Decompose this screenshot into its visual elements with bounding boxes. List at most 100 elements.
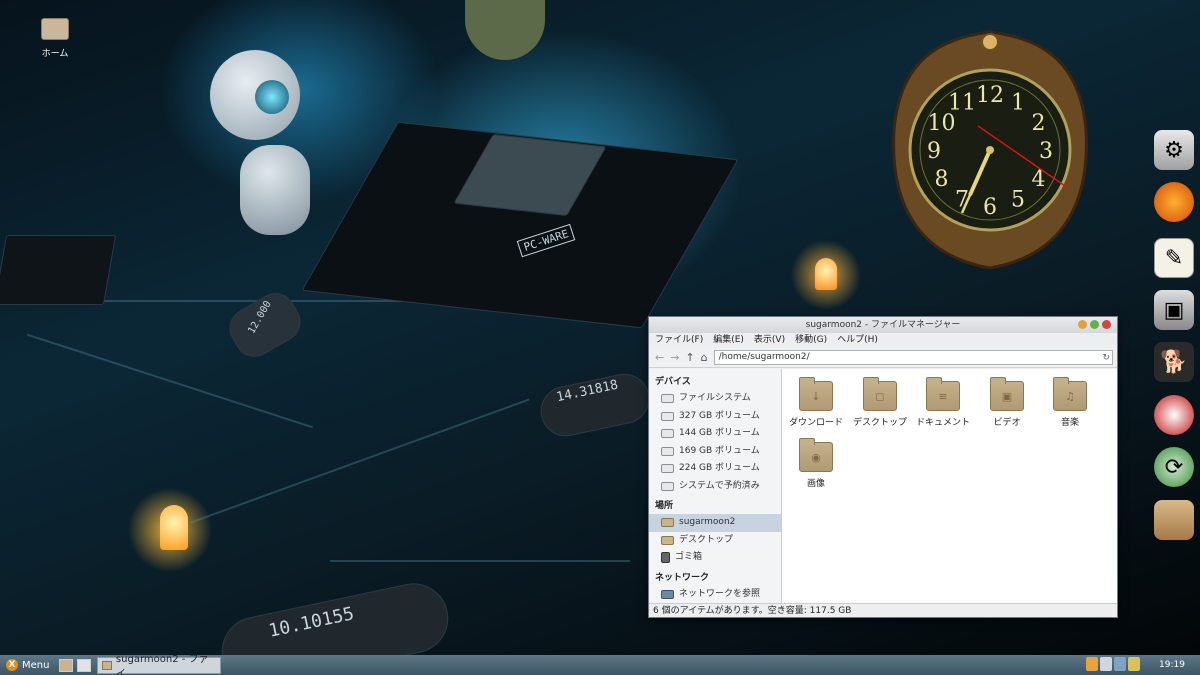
folder-item-pictures[interactable]: ◉ 画像 [784, 438, 848, 489]
volume-tray-icon[interactable] [1114, 657, 1126, 671]
sidebar-header-devices: デバイス [655, 377, 691, 387]
folder-icon [661, 535, 674, 545]
taskbar-clock[interactable]: 19:19 [1144, 655, 1200, 675]
led-light [160, 505, 188, 550]
sidebar-item-network[interactable]: ネットワークを参照 [649, 586, 781, 604]
clock-numeral: 12 [976, 83, 1004, 108]
back-arrow-icon[interactable]: ← [655, 351, 664, 364]
documents-folder-icon: ≡ [926, 377, 960, 411]
file-view[interactable]: ↓ ダウンロード ◻ デスクトップ ≡ ドキュメント ▣ ビデオ ♫ 音楽 ◉ … [782, 369, 1117, 603]
menu-button[interactable]: X Menu [0, 655, 55, 675]
text-editor-icon[interactable]: ✎ [1154, 238, 1194, 278]
menu-file[interactable]: ファイル(F) [655, 333, 703, 348]
gimp-icon[interactable]: 🐕 [1154, 342, 1194, 382]
folder-item-music[interactable]: ♫ 音楽 [1038, 377, 1102, 428]
desktop-folder-icon: ◻ [863, 377, 897, 411]
desktop: PC-WARE 14.31818 10.10155 12.000 ホーム 12 1… [0, 0, 1200, 675]
tray-app-icon[interactable] [1086, 657, 1098, 671]
up-arrow-icon[interactable]: ↑ [685, 351, 694, 364]
clock-numeral: 11 [948, 91, 976, 116]
screenshot-icon[interactable]: ▣ [1154, 290, 1194, 330]
home-icon-label: ホーム [41, 49, 69, 59]
menu-logo-icon: X [6, 659, 18, 671]
sidebar-item-reserved[interactable]: システムで予約済み [649, 478, 781, 496]
folder-label: ビデオ [993, 418, 1021, 428]
sidebar-item-volume[interactable]: 144 GB ボリューム [649, 425, 781, 443]
folder-label: ダウンロード [788, 418, 843, 428]
network-icon [661, 589, 674, 599]
sidebar-item-volume[interactable]: 327 GB ボリューム [649, 408, 781, 426]
menu-view[interactable]: 表示(V) [754, 333, 785, 348]
download-folder-icon: ↓ [799, 377, 833, 411]
firefox-icon[interactable] [1154, 182, 1194, 222]
window-titlebar[interactable]: sugarmoon2 - ファイルマネージャー [649, 317, 1117, 333]
menu-help[interactable]: ヘルプ(H) [837, 333, 878, 348]
clock-numeral: 2 [1031, 111, 1045, 136]
address-bar[interactable]: /home/sugarmoon2/ ↻ [713, 350, 1113, 365]
sidebar-item-label: 169 GB ボリューム [679, 445, 760, 456]
pictures-folder-icon: ◉ [799, 438, 833, 472]
minimize-button[interactable] [1078, 320, 1087, 329]
maximize-button[interactable] [1090, 320, 1099, 329]
home-icon[interactable]: ⌂ [701, 351, 708, 364]
folder-item-downloads[interactable]: ↓ ダウンロード [784, 377, 848, 428]
sidebar-item-label: ファイルシステム [679, 393, 751, 403]
close-button[interactable] [1102, 320, 1111, 329]
clock-numeral: 8 [935, 167, 949, 192]
folder-item-videos[interactable]: ▣ ビデオ [975, 377, 1039, 428]
task-label: sugarmoon2 - ファイ... [115, 654, 209, 675]
led-light [815, 258, 837, 290]
file-manager-launcher-icon[interactable] [59, 658, 74, 672]
forward-arrow-icon[interactable]: → [670, 351, 679, 364]
sidebar-header-network: ネットワーク [655, 572, 710, 583]
sidebar-item-volume[interactable]: 169 GB ボリューム [649, 443, 781, 461]
clock-numeral: 6 [983, 195, 997, 220]
shield-tray-icon[interactable] [1128, 657, 1140, 671]
folder-label: 音楽 [1060, 418, 1079, 428]
robot-body [240, 145, 310, 235]
file-manager-window[interactable]: sugarmoon2 - ファイルマネージャー ファイル(F) 編集(E) 表示… [648, 316, 1118, 618]
folder-item-desktop[interactable]: ◻ デスクトップ [848, 377, 912, 428]
home-folder-icon [41, 18, 69, 40]
sidebar-item-filesystem[interactable]: ファイルシステム [649, 390, 781, 408]
reload-icon[interactable]: ↻ [1102, 352, 1110, 365]
window-title: sugarmoon2 - ファイルマネージャー [805, 320, 961, 330]
drive-icon [661, 411, 674, 421]
clock-widget: 12 1 2 3 4 5 6 7 8 9 10 11 [890, 30, 1090, 270]
drive-icon [661, 464, 674, 474]
menu-edit[interactable]: 編集(E) [713, 333, 744, 348]
update-icon[interactable]: ⟳ [1154, 447, 1194, 487]
system-tools-icon[interactable]: ⚙ [1154, 130, 1194, 170]
sidebar-item-label: sugarmoon2 [679, 517, 736, 527]
drive-icon [661, 481, 674, 491]
sidebar-item-volume[interactable]: 224 GB ボリューム [649, 460, 781, 478]
status-bar: 6 個のアイテムがあります。空き容量: 117.5 GB [649, 603, 1117, 617]
sidebar-item-home[interactable]: sugarmoon2 [649, 514, 781, 532]
clock-numeral: 1 [1011, 91, 1025, 116]
menu-go[interactable]: 移動(G) [795, 333, 827, 348]
sidebar-item-label: デスクトップ [679, 534, 734, 545]
archive-icon[interactable] [1154, 500, 1194, 540]
terminal-launcher-icon[interactable] [77, 658, 92, 672]
sidebar-header-places: 場所 [655, 501, 674, 511]
folder-icon [102, 660, 112, 670]
clock-numeral: 5 [1011, 187, 1025, 212]
sidebar-item-label: 224 GB ボリューム [679, 463, 760, 473]
sidebar-item-desktop[interactable]: デスクトップ [649, 532, 781, 550]
folder-item-documents[interactable]: ≡ ドキュメント [911, 377, 975, 428]
media-player-icon[interactable] [1154, 395, 1194, 435]
toolbar: ← → ↑ ⌂ /home/sugarmoon2/ ↻ [649, 348, 1117, 368]
trash-icon [661, 552, 670, 564]
folder-label: 画像 [806, 479, 825, 489]
system-tray [1086, 657, 1140, 671]
taskbar-task-file-manager[interactable]: sugarmoon2 - ファイ... [97, 654, 222, 675]
oscillator [536, 369, 654, 441]
sidebar: デバイス ファイルシステム 327 GB ボリューム 144 GB ボリューム … [649, 369, 782, 603]
home-folder-icon [661, 518, 674, 528]
clock-numeral: 3 [1039, 139, 1053, 164]
sidebar-item-trash[interactable]: ゴミ箱 [649, 549, 781, 567]
pcb-trace [330, 560, 630, 562]
drive-icon [661, 446, 674, 456]
home-desktop-icon[interactable]: ホーム [30, 18, 80, 59]
network-tray-icon[interactable] [1100, 657, 1112, 671]
